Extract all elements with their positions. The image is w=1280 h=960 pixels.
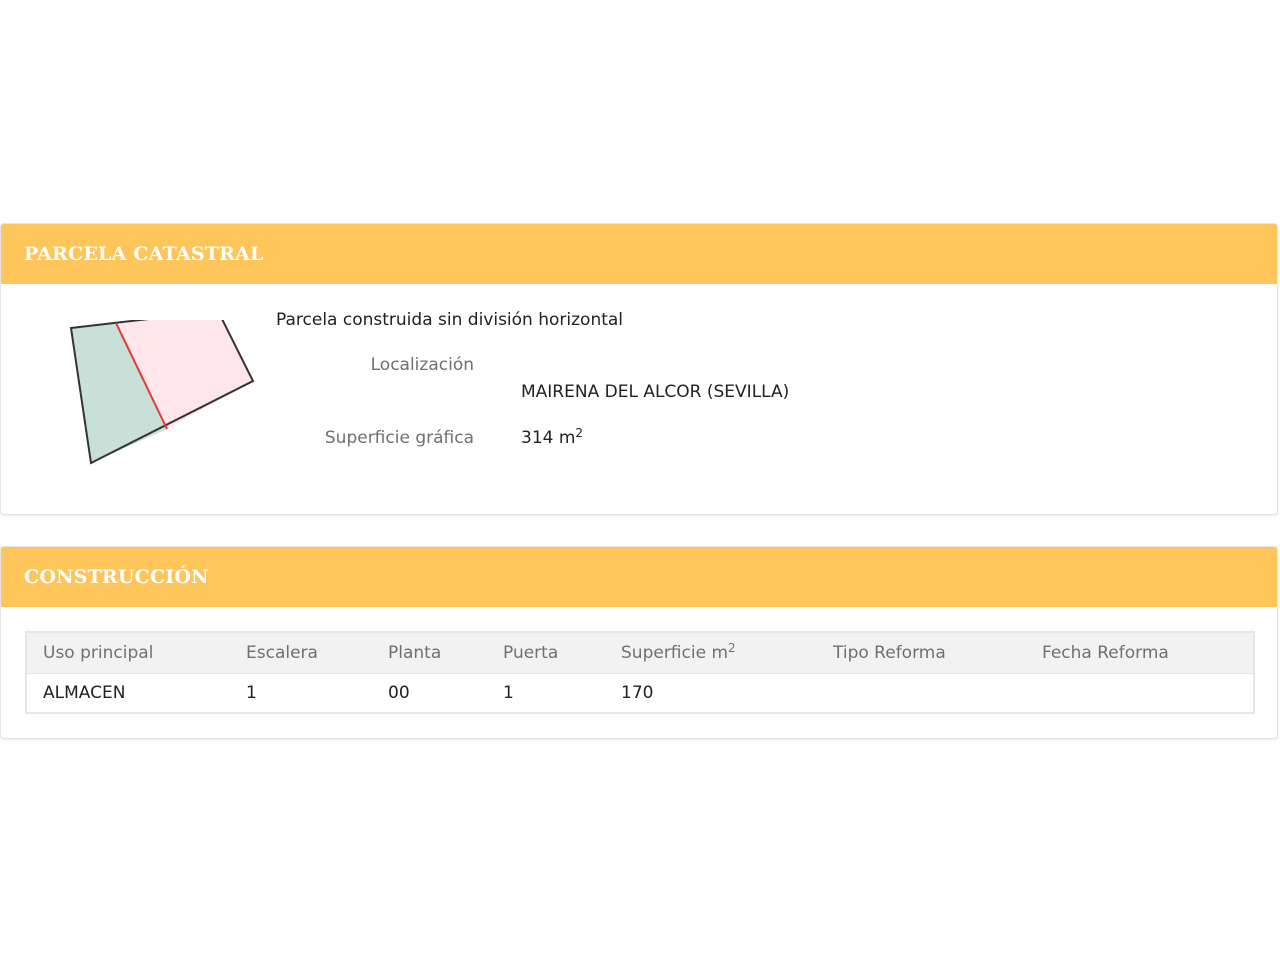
cell-escalera: 1 bbox=[246, 683, 257, 703]
col-planta: Planta bbox=[372, 632, 487, 674]
col-superficie: Superficie m2 bbox=[605, 632, 817, 674]
table-row: ALMACEN 1 00 1 170 bbox=[26, 674, 1254, 714]
cell-uso-principal: ALMACEN bbox=[43, 683, 126, 703]
col-uso-principal: Uso principal bbox=[26, 632, 230, 674]
construccion-panel: CONSTRUCCIÓN Uso principal Escalera Plan… bbox=[0, 546, 1278, 739]
localizacion-value: MAIRENA DEL ALCOR (SEVILLA) bbox=[521, 382, 790, 402]
cell-puerta: 1 bbox=[503, 683, 514, 703]
localizacion-label: Localización bbox=[370, 355, 474, 375]
cell-fecha-reforma bbox=[1026, 674, 1254, 714]
cell-planta: 00 bbox=[388, 683, 410, 703]
col-fecha-reforma: Fecha Reforma bbox=[1026, 632, 1254, 674]
cell-tipo-reforma bbox=[817, 674, 1026, 714]
cell-superficie: 170 bbox=[621, 683, 654, 703]
parcela-catastral-panel: PARCELA CATASTRAL Parcela construida sin… bbox=[0, 223, 1278, 515]
construccion-table: Uso principal Escalera Planta Puerta Sup… bbox=[25, 631, 1255, 714]
col-puerta: Puerta bbox=[487, 632, 605, 674]
construccion-header: CONSTRUCCIÓN bbox=[1, 547, 1277, 607]
col-tipo-reforma: Tipo Reforma bbox=[817, 632, 1026, 674]
superficie-grafica-label: Superficie gráfica bbox=[324, 428, 474, 448]
parcel-type-text: Parcela construida sin división horizont… bbox=[276, 310, 624, 330]
superficie-grafica-value: 314 m2 bbox=[521, 426, 584, 448]
parcela-catastral-header: PARCELA CATASTRAL bbox=[1, 224, 1277, 284]
table-header-row: Uso principal Escalera Planta Puerta Sup… bbox=[26, 632, 1254, 674]
construccion-table-wrapper: Uso principal Escalera Planta Puerta Sup… bbox=[25, 631, 1255, 714]
parcel-sketch-image bbox=[69, 320, 255, 465]
col-escalera: Escalera bbox=[230, 632, 372, 674]
